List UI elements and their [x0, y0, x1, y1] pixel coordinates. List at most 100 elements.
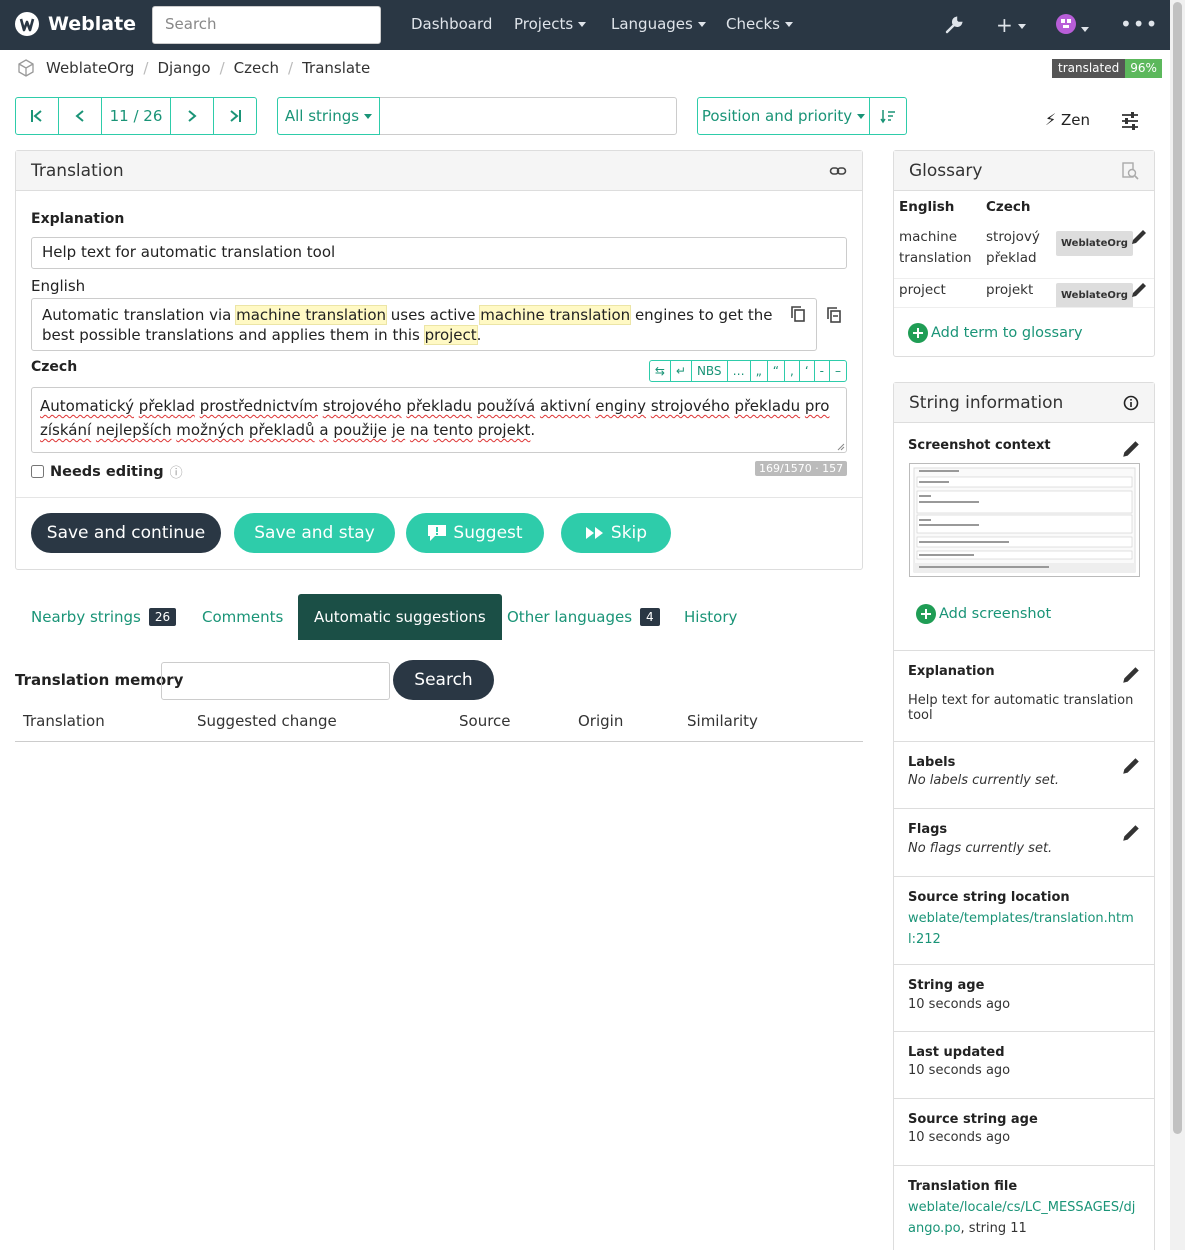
glossary-panel: Glossary English Czech machine translati…: [893, 150, 1155, 357]
plus-icon: +: [996, 13, 1013, 37]
explanation-value: Help text for automatic translation tool: [908, 693, 1134, 723]
scrollbar-thumb[interactable]: [1173, 2, 1182, 1134]
insert-comma-button[interactable]: ,: [785, 361, 800, 381]
translation-word: projekt: [477, 421, 531, 439]
pencil-icon[interactable]: [1121, 823, 1141, 843]
add-menu[interactable]: +: [996, 13, 1026, 37]
breadcrumb-project-group[interactable]: WeblateOrg: [46, 59, 134, 77]
wrench-icon[interactable]: [944, 15, 964, 35]
pencil-icon[interactable]: [1121, 665, 1141, 685]
glossary-term-highlight[interactable]: project: [423, 325, 478, 345]
insert-hyphen-button[interactable]: -: [815, 361, 830, 381]
chevron-down-icon: [578, 22, 587, 27]
tab-nearby-strings[interactable]: Nearby strings 26: [31, 594, 177, 640]
scrollbar[interactable]: [1170, 0, 1185, 1250]
insert-nbsp-button[interactable]: NBS: [692, 361, 728, 381]
translation-word: překladů: [248, 421, 315, 439]
add-screenshot-link[interactable]: Add screenshot: [916, 604, 1051, 624]
previous-string-button[interactable]: [59, 98, 102, 134]
last-string-button[interactable]: [214, 98, 256, 134]
nav-checks[interactable]: Checks: [726, 15, 793, 33]
plus-circle-icon: [908, 323, 928, 343]
needs-editing-checkbox[interactable]: [31, 465, 44, 478]
next-string-button[interactable]: [171, 98, 214, 134]
fast-forward-icon: [585, 527, 603, 539]
translation-textarea[interactable]: Automatický překlad prostřednictvím stro…: [31, 387, 847, 453]
pencil-icon[interactable]: [1130, 228, 1148, 246]
translated-status-badge[interactable]: translated 96%: [1052, 59, 1162, 78]
zen-mode-button[interactable]: ⚡ Zen: [1045, 110, 1090, 129]
status-value: 96%: [1125, 59, 1162, 78]
brand[interactable]: Weblate: [14, 11, 136, 37]
newline-icon[interactable]: ↵: [671, 361, 692, 381]
screenshot-thumbnail[interactable]: [909, 463, 1140, 577]
sort-direction-button[interactable]: [870, 98, 906, 134]
more-icon[interactable]: •••: [1120, 12, 1158, 36]
source-age-value: 10 seconds ago: [908, 1130, 1011, 1145]
nav-search-input[interactable]: Search: [152, 6, 381, 44]
save-and-continue-button[interactable]: Save and continue: [31, 513, 221, 553]
direction-toggle-icon[interactable]: ⇆: [650, 361, 671, 381]
pencil-icon[interactable]: [1121, 756, 1141, 776]
translation-file-section: Translation file weblate/locale/cs/LC_ME…: [894, 1166, 1155, 1250]
sort-ascending-icon: [880, 110, 895, 124]
memory-search-button[interactable]: Search: [393, 660, 494, 700]
string-information-panel: String information Screenshot context Ad…: [893, 382, 1155, 1250]
translation-word: tento: [433, 421, 474, 439]
resize-handle-icon[interactable]: [837, 443, 845, 451]
tab-other-languages[interactable]: Other languages 4: [507, 594, 660, 640]
glossary-row: project projekt WeblateOrg: [899, 280, 1151, 308]
pencil-icon[interactable]: [1121, 439, 1141, 459]
translation-memory-label: Translation memory: [15, 671, 184, 689]
link-icon[interactable]: [829, 162, 847, 180]
filter-dropdown[interactable]: All strings: [277, 97, 380, 135]
save-and-continue-label: Save and continue: [46, 523, 206, 543]
nav-dashboard[interactable]: Dashboard: [411, 15, 492, 33]
translation-word: získání: [40, 421, 92, 439]
tab-history[interactable]: History: [684, 594, 737, 640]
tab-automatic-suggestions[interactable]: Automatic suggestions: [298, 594, 502, 640]
glossary-term-highlight[interactable]: machine translation: [235, 305, 388, 325]
last-icon: [230, 110, 241, 122]
info-circle-icon[interactable]: ⓘ: [170, 462, 183, 481]
pencil-icon[interactable]: [1130, 281, 1148, 299]
user-menu[interactable]: [1056, 14, 1089, 39]
string-position: 11 / 26: [102, 98, 171, 134]
needs-editing-label: Needs editing: [50, 463, 164, 480]
sort-dropdown[interactable]: Position and priority: [698, 98, 870, 134]
source-location-link[interactable]: weblate/templates/translation.html:212: [908, 908, 1140, 950]
add-term-to-glossary-link[interactable]: Add term to glossary: [908, 323, 1083, 343]
insert-ellipsis-button[interactable]: …: [728, 361, 751, 381]
nav-languages[interactable]: Languages: [611, 15, 706, 33]
save-and-stay-button[interactable]: Save and stay: [234, 513, 395, 553]
insert-low-quote-button[interactable]: „: [751, 361, 768, 381]
tab-comments[interactable]: Comments: [202, 594, 283, 640]
info-icon[interactable]: [1123, 395, 1139, 411]
nav-projects[interactable]: Projects: [514, 15, 587, 33]
settings-sliders-icon[interactable]: [1120, 111, 1140, 131]
lightning-icon: ⚡: [1045, 110, 1057, 129]
skip-button[interactable]: Skip: [561, 513, 671, 553]
first-string-button[interactable]: [16, 98, 59, 134]
breadcrumb-component[interactable]: Django: [157, 59, 210, 77]
string-info-title: String information: [909, 392, 1064, 413]
translation-memory-input[interactable]: [161, 662, 390, 700]
glossary-divider: [894, 307, 1154, 308]
first-icon: [31, 110, 42, 122]
insert-single-quote-button[interactable]: ‘: [800, 361, 815, 381]
status-label: translated: [1052, 59, 1126, 78]
glossary-search-icon[interactable]: [1121, 161, 1139, 180]
glossary-term-highlight[interactable]: machine translation: [479, 305, 632, 325]
copy-icon[interactable]: [790, 305, 806, 323]
filter-query-input[interactable]: [380, 98, 676, 134]
clone-source-icon[interactable]: [826, 306, 842, 324]
breadcrumb-language[interactable]: Czech: [234, 59, 279, 77]
source-text-part: uses active: [386, 306, 481, 324]
column-source: Source: [459, 712, 511, 730]
glossary-target-term: projekt: [986, 282, 1034, 298]
explanation-label: Explanation: [31, 211, 125, 227]
insert-high-quote-button[interactable]: “: [768, 361, 785, 381]
suggest-button[interactable]: Suggest: [406, 513, 544, 553]
insert-dash-button[interactable]: –: [830, 361, 846, 381]
string-pager: 11 / 26: [15, 97, 257, 135]
